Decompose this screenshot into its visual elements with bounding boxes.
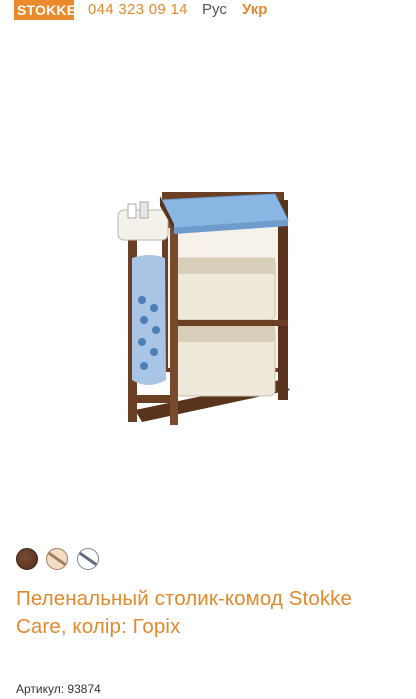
swatch-white[interactable] — [77, 548, 99, 570]
sku-label: Артикул: — [16, 682, 65, 696]
product-image[interactable] — [80, 180, 320, 440]
swatch-natural[interactable] — [46, 548, 68, 570]
sku: Артикул: 93874 — [16, 682, 101, 696]
swatch-walnut[interactable] — [16, 548, 38, 570]
phone-link[interactable]: 044 323 09 14 — [88, 1, 188, 18]
stokke-logo[interactable]: STOKKE® — [14, 0, 82, 20]
sku-value: 93874 — [67, 682, 101, 696]
header: STOKKE® 044 323 09 14 Рус Укр — [0, 0, 416, 24]
product-title: Пеленальный столик-комод Stokke Care, ко… — [16, 587, 353, 638]
language-ru-link[interactable]: Рус — [202, 1, 227, 18]
language-uk-active[interactable]: Укр — [242, 1, 267, 18]
